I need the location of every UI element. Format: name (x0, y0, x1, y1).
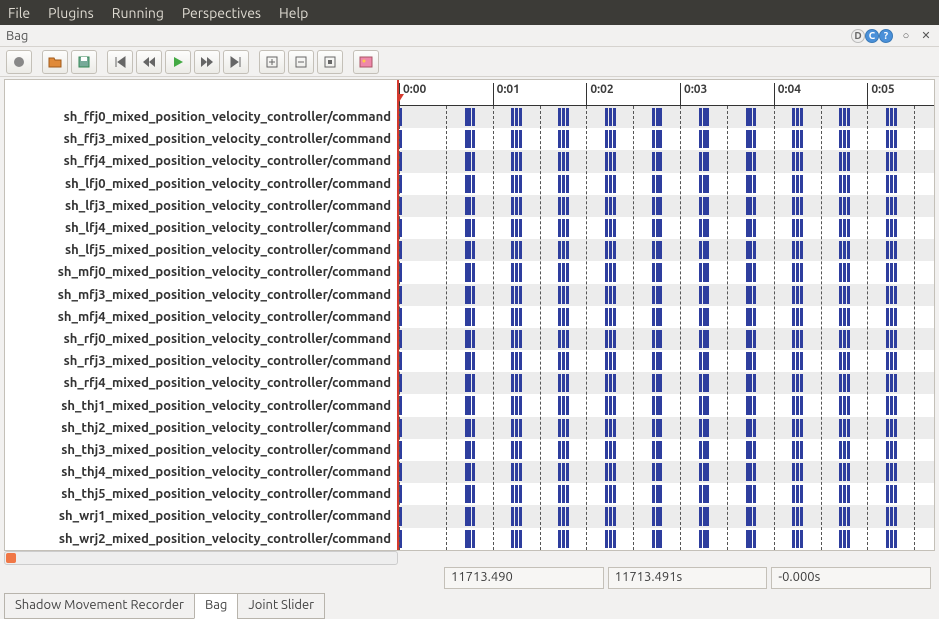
topic-label[interactable]: sh_wrj1_mixed_position_velocity_controll… (5, 505, 397, 527)
grid-line (680, 106, 681, 550)
grid-line (727, 106, 728, 550)
play-button[interactable] (165, 50, 191, 74)
time-tick: 0:01 (493, 83, 520, 106)
menu-file[interactable]: File (8, 5, 30, 21)
status-delta: -0.000s (771, 567, 931, 589)
menu-plugins[interactable]: Plugins (48, 5, 94, 21)
grid-line (914, 106, 915, 550)
close-button[interactable]: ✕ (919, 29, 933, 43)
time-tick: 0:05 (867, 83, 894, 106)
topic-label[interactable]: sh_thj1_mixed_position_velocity_controll… (5, 394, 397, 416)
topic-label[interactable]: sh_mfj4_mixed_position_velocity_controll… (5, 306, 397, 328)
tab-recorder[interactable]: Shadow Movement Recorder (4, 593, 195, 619)
topic-label[interactable]: sh_lfj4_mixed_position_velocity_controll… (5, 217, 397, 239)
topic-label[interactable]: sh_lfj5_mixed_position_velocity_controll… (5, 239, 397, 261)
topic-label[interactable]: sh_ffj4_mixed_position_velocity_controll… (5, 150, 397, 172)
open-folder-icon (48, 55, 62, 69)
topic-label[interactable]: sh_thj5_mixed_position_velocity_controll… (5, 483, 397, 505)
zoom-out-icon (294, 55, 308, 69)
skip-start-icon (113, 55, 127, 69)
bottom-tabs: Shadow Movement Recorder Bag Joint Slide… (4, 593, 935, 619)
topic-label[interactable]: sh_ffj0_mixed_position_velocity_controll… (5, 106, 397, 128)
panel-titlebar: Bag D C ? ○ ✕ (0, 25, 939, 47)
record-button[interactable] (6, 50, 32, 74)
help-icon[interactable]: ? (879, 29, 893, 43)
zoom-out-button[interactable] (288, 50, 314, 74)
topics-column: sh_ffj0_mixed_position_velocity_controll… (5, 80, 399, 550)
scrollbar-thumb[interactable] (6, 553, 16, 563)
menu-help[interactable]: Help (279, 5, 308, 21)
topic-label[interactable]: sh_ffj3_mixed_position_velocity_controll… (5, 128, 397, 150)
skip-end-icon (229, 55, 243, 69)
topic-label[interactable]: sh_rfj0_mixed_position_velocity_controll… (5, 328, 397, 350)
horizontal-scrollbar[interactable] (4, 551, 398, 565)
topic-label[interactable]: sh_rfj3_mixed_position_velocity_controll… (5, 350, 397, 372)
status-bar: 11713.490 11713.491s -0.000s (4, 567, 935, 589)
grid-line (586, 106, 587, 550)
toolbar (0, 47, 939, 77)
topic-label[interactable]: sh_lfj3_mixed_position_velocity_controll… (5, 195, 397, 217)
panel-title: Bag (6, 29, 28, 43)
play-icon (171, 55, 185, 69)
reload-icon[interactable]: C (865, 29, 879, 43)
time-ruler[interactable]: 0:000:010:020:030:040:05 (399, 80, 934, 106)
grid-line (446, 106, 447, 550)
topic-label[interactable]: sh_thj2_mixed_position_velocity_controll… (5, 417, 397, 439)
timeline-panel: sh_ffj0_mixed_position_velocity_controll… (4, 79, 935, 551)
topic-label[interactable]: sh_wrj2_mixed_position_velocity_controll… (5, 528, 397, 550)
grid-line (540, 106, 541, 550)
skip-start-button[interactable] (107, 50, 133, 74)
grid-line (821, 106, 822, 550)
rewind-button[interactable] (136, 50, 162, 74)
menu-perspectives[interactable]: Perspectives (182, 5, 261, 21)
grid-line (399, 106, 400, 550)
rewind-icon (142, 55, 156, 69)
topic-label[interactable]: sh_rfj4_mixed_position_velocity_controll… (5, 372, 397, 394)
topic-label[interactable]: sh_thj3_mixed_position_velocity_controll… (5, 439, 397, 461)
topic-label[interactable]: sh_lfj0_mixed_position_velocity_controll… (5, 173, 397, 195)
topic-label[interactable]: sh_thj4_mixed_position_velocity_controll… (5, 461, 397, 483)
zoom-in-button[interactable] (259, 50, 285, 74)
forward-button[interactable] (194, 50, 220, 74)
status-time-a: 11713.490 (444, 567, 604, 589)
undock-button[interactable]: ○ (899, 29, 913, 43)
save-icon (77, 55, 91, 69)
menu-running[interactable]: Running (112, 5, 164, 21)
tab-joint-slider[interactable]: Joint Slider (237, 593, 325, 619)
forward-icon (200, 55, 214, 69)
zoom-fit-icon (323, 55, 337, 69)
menubar: File Plugins Running Perspectives Help (0, 0, 939, 25)
grid-line (867, 106, 868, 550)
dock-icon[interactable]: D (851, 29, 865, 43)
help-icons: D C ? (851, 29, 893, 43)
status-time-b: 11713.491s (608, 567, 768, 589)
tab-bag[interactable]: Bag (194, 593, 238, 619)
grid-line (633, 106, 634, 550)
time-tick: 0:02 (586, 83, 613, 106)
thumbnails-button[interactable] (353, 50, 379, 74)
topic-label[interactable]: sh_mfj0_mixed_position_velocity_controll… (5, 261, 397, 283)
time-tick: 0:03 (680, 83, 707, 106)
record-icon (12, 55, 26, 69)
skip-end-button[interactable] (223, 50, 249, 74)
zoom-fit-button[interactable] (317, 50, 343, 74)
topic-label[interactable]: sh_mfj3_mixed_position_velocity_controll… (5, 284, 397, 306)
open-button[interactable] (42, 50, 68, 74)
zoom-in-icon (265, 55, 279, 69)
tracks-column[interactable]: 0:000:010:020:030:040:05 (399, 80, 934, 550)
thumbnails-icon (359, 55, 373, 69)
grid-line (774, 106, 775, 550)
grid-line (493, 106, 494, 550)
time-tick: 0:04 (774, 83, 801, 106)
save-button[interactable] (71, 50, 97, 74)
